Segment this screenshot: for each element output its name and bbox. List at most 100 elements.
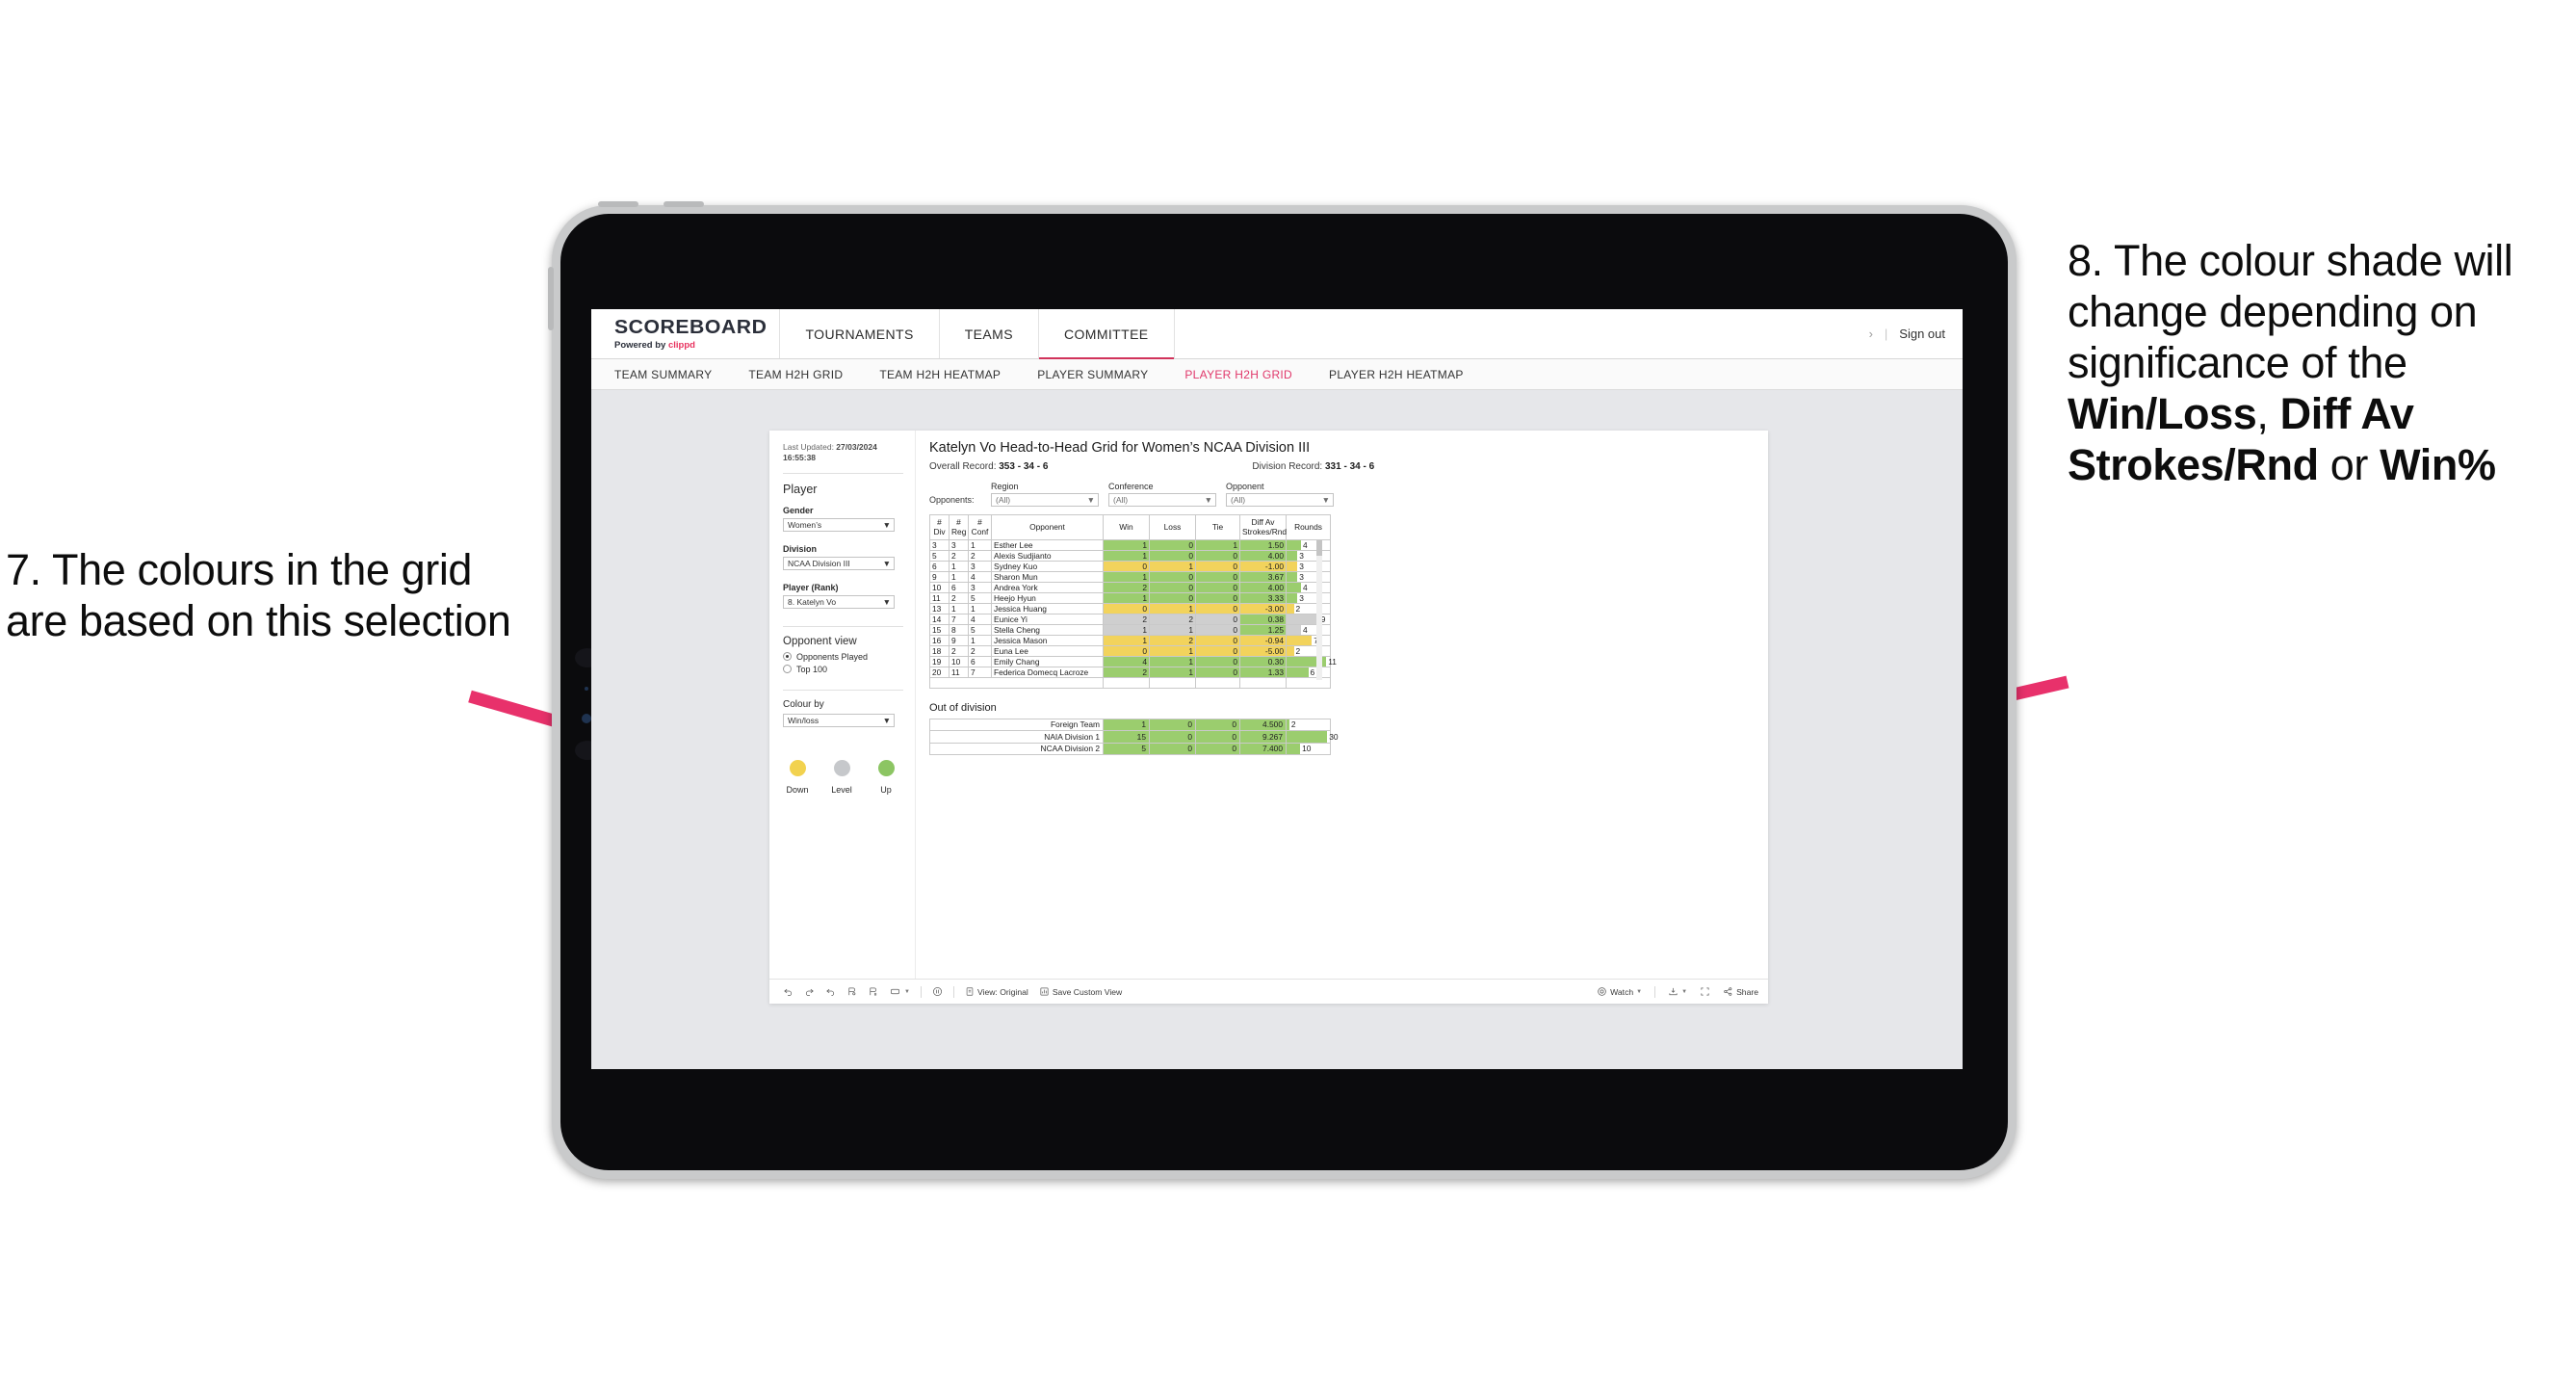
cell-diff: 1.33 <box>1239 667 1287 678</box>
tablet-screen: SCOREBOARD Powered by clippd TOURNAMENTS… <box>591 309 1963 1069</box>
save-custom-view-button[interactable]: Save Custom View <box>1039 986 1122 997</box>
region-select[interactable]: (All) ▼ <box>991 493 1099 507</box>
subnav-player-h2h-grid[interactable]: PLAYER H2H GRID <box>1184 368 1314 381</box>
refresh-icon[interactable] <box>846 986 857 997</box>
grid-scrollbar-thumb[interactable] <box>1316 540 1322 556</box>
dashboard-card: Last Updated: 27/03/2024 16:55:38 Player… <box>769 431 1768 1004</box>
cell-tie: 0 <box>1195 561 1240 572</box>
redo-icon[interactable] <box>804 986 815 997</box>
overall-record-label: Overall Record: <box>929 461 1000 472</box>
table-row[interactable]: 18 2 2 Euna Lee 0 1 0 -5.00 2 <box>929 645 1331 657</box>
table-row[interactable]: 1691Jessica Mason120-0.947 <box>929 635 1331 646</box>
subnav-team-h2h-grid[interactable]: TEAM H2H GRID <box>748 368 864 381</box>
h2h-col-header-4[interactable]: Win <box>1103 514 1150 540</box>
nav-item-teams[interactable]: TEAMS <box>940 309 1039 358</box>
cell-rounds: 2 <box>1286 645 1331 657</box>
cell-reg: 3 <box>949 539 969 551</box>
cell-div: 15 <box>929 624 950 636</box>
pause-auto-update-icon[interactable] <box>868 986 878 997</box>
opponent-select[interactable]: (All) ▼ <box>1226 493 1334 507</box>
h2h-col-header-2[interactable]: # Conf <box>968 514 992 540</box>
player-rank-select[interactable]: 8. Katelyn Vo ▼ <box>783 594 895 609</box>
cell-div: 10 <box>929 582 950 593</box>
h2h-col-header-6[interactable]: Tie <box>1195 514 1240 540</box>
radio-opponents-played[interactable]: Opponents Played <box>783 652 915 662</box>
cell-conf: 1 <box>968 603 992 615</box>
revert-icon[interactable] <box>825 986 836 997</box>
table-row[interactable]: 19 10 6 Emily Chang 4 1 0 0.30 11 <box>929 656 1337 667</box>
cell-loss: 0 <box>1149 539 1196 551</box>
h2h-col-header-3[interactable]: Opponent <box>991 514 1104 540</box>
conference-select[interactable]: (All) ▼ <box>1108 493 1216 507</box>
out-of-division-row[interactable]: Foreign Team 1 0 0 4.500 2 <box>929 718 1331 732</box>
subnav-team-h2h-heatmap[interactable]: TEAM H2H HEATMAP <box>879 368 1022 381</box>
nav-item-committee[interactable]: COMMITTEE <box>1038 309 1175 359</box>
cell-diff: 0.30 <box>1239 656 1287 667</box>
chevron-right-icon[interactable]: › <box>1869 327 1873 341</box>
table-row[interactable]: 5 2 2 Alexis Sudjianto 1 0 0 4.00 3 <box>929 550 1331 562</box>
opponent-filter-opponent: Opponent (All) ▼ <box>1226 482 1334 507</box>
h2h-col-header-8[interactable]: Rounds <box>1286 514 1331 540</box>
subnav-team-summary[interactable]: TEAM SUMMARY <box>614 368 733 381</box>
cell-diff: 0.38 <box>1239 614 1287 625</box>
legend-up: Up <box>873 759 898 795</box>
app-header: SCOREBOARD Powered by clippd TOURNAMENTS… <box>591 309 1963 359</box>
cell-win: 1 <box>1103 635 1150 646</box>
table-row[interactable]: 6 1 3 Sydney Kuo 0 1 0 -1.00 3 <box>929 561 1331 572</box>
cell-loss: 0 <box>1149 592 1196 604</box>
radio-top-100[interactable]: Top 100 <box>783 665 915 674</box>
view-original-button[interactable]: View: Original <box>965 986 1028 997</box>
cell-ood-win: 1 <box>1103 718 1150 732</box>
cell-tie: 0 <box>1195 667 1240 678</box>
h2h-col-header-1[interactable]: # Reg <box>949 514 969 540</box>
cell-ood-rounds: 30 <box>1286 730 1339 744</box>
out-of-division-table: Foreign Team 1 0 0 4.500 2 NAIA Division 1 15 0 0… <box>929 718 1339 756</box>
table-row[interactable]: 9 1 4 Sharon Mun 1 0 0 3.67 3 <box>929 571 1331 583</box>
table-row[interactable]: 3 3 1 Esther Lee 1 0 1 1.50 4 <box>929 539 1331 551</box>
cell-opponent: Stella Cheng <box>991 624 1104 636</box>
division-select[interactable]: NCAA Division III ▼ <box>783 556 895 570</box>
cell-reg: 10 <box>949 656 969 667</box>
filter-divider-2 <box>783 625 903 627</box>
watch-button[interactable]: Watch ▼ <box>1597 986 1642 997</box>
undo-icon[interactable] <box>783 986 794 997</box>
table-row[interactable]: 10 6 3 Andrea York 2 0 0 4.00 4 <box>929 582 1331 593</box>
colour-by-select[interactable]: Win/loss ▼ <box>783 713 895 727</box>
legend-label-up: Up <box>880 784 892 795</box>
cell-conf: 5 <box>968 624 992 636</box>
screenshot-root: 7. The colours in the grid are based on … <box>0 0 2576 1386</box>
cell-opponent: Euna Lee <box>991 645 1104 657</box>
table-row[interactable]: 14 7 4 Eunice Yi 2 2 0 0.38 9 <box>929 614 1331 625</box>
pause-icon[interactable] <box>932 986 943 997</box>
share-button[interactable]: Share <box>1723 986 1758 997</box>
rounds-value: 2 <box>1295 604 1301 614</box>
cell-ood-name: NCAA Division 2 <box>929 742 1104 756</box>
cell-rounds: 3 <box>1286 550 1331 562</box>
fullscreen-icon[interactable] <box>1700 986 1710 997</box>
subnav-player-summary[interactable]: PLAYER SUMMARY <box>1037 368 1169 381</box>
nav-item-tournaments[interactable]: TOURNAMENTS <box>780 309 940 358</box>
filter-opponent-view: Opponent view Opponents Played Top 100 <box>783 636 915 674</box>
h2h-col-header-7[interactable]: Diff Av Strokes/Rnd <box>1239 514 1287 540</box>
grid-vertical-scrollbar[interactable] <box>1316 540 1322 680</box>
cell-tie: 0 <box>1195 550 1240 562</box>
spacer-loss <box>1149 677 1196 689</box>
h2h-col-header-5[interactable]: Loss <box>1149 514 1196 540</box>
table-row[interactable]: 13 1 1 Jessica Huang 0 1 0 -3.00 2 <box>929 603 1331 615</box>
rounds-bar <box>1287 540 1301 550</box>
sign-out-link[interactable]: Sign out <box>1899 327 1945 341</box>
legend-dot-level <box>833 759 850 776</box>
out-of-division-row[interactable]: NCAA Division 2 5 0 0 7.400 10 <box>929 742 1331 756</box>
out-of-division-row[interactable]: NAIA Division 1 15 0 0 9.267 30 <box>929 730 1339 744</box>
table-row[interactable]: 20 11 7 Federica Domecq Lacroze 2 1 0 1.33 6 <box>929 667 1331 678</box>
subnav-player-h2h-heatmap[interactable]: PLAYER H2H HEATMAP <box>1329 368 1485 381</box>
cell-win: 2 <box>1103 582 1150 593</box>
overall-record-value: 353 - 34 - 6 <box>999 461 1049 472</box>
download-button[interactable]: ▼ <box>1668 986 1687 997</box>
device-layout-icon[interactable]: ▼ <box>889 986 910 997</box>
h2h-col-header-0[interactable]: # Div <box>929 514 950 540</box>
cell-opponent: Jessica Mason <box>991 635 1104 646</box>
gender-select[interactable]: Women’s ▼ <box>783 517 895 532</box>
table-row[interactable]: 11 2 5 Heejo Hyun 1 0 0 3.33 3 <box>929 592 1331 604</box>
table-row[interactable]: 15 8 5 Stella Cheng 1 1 0 1.25 4 <box>929 624 1331 636</box>
